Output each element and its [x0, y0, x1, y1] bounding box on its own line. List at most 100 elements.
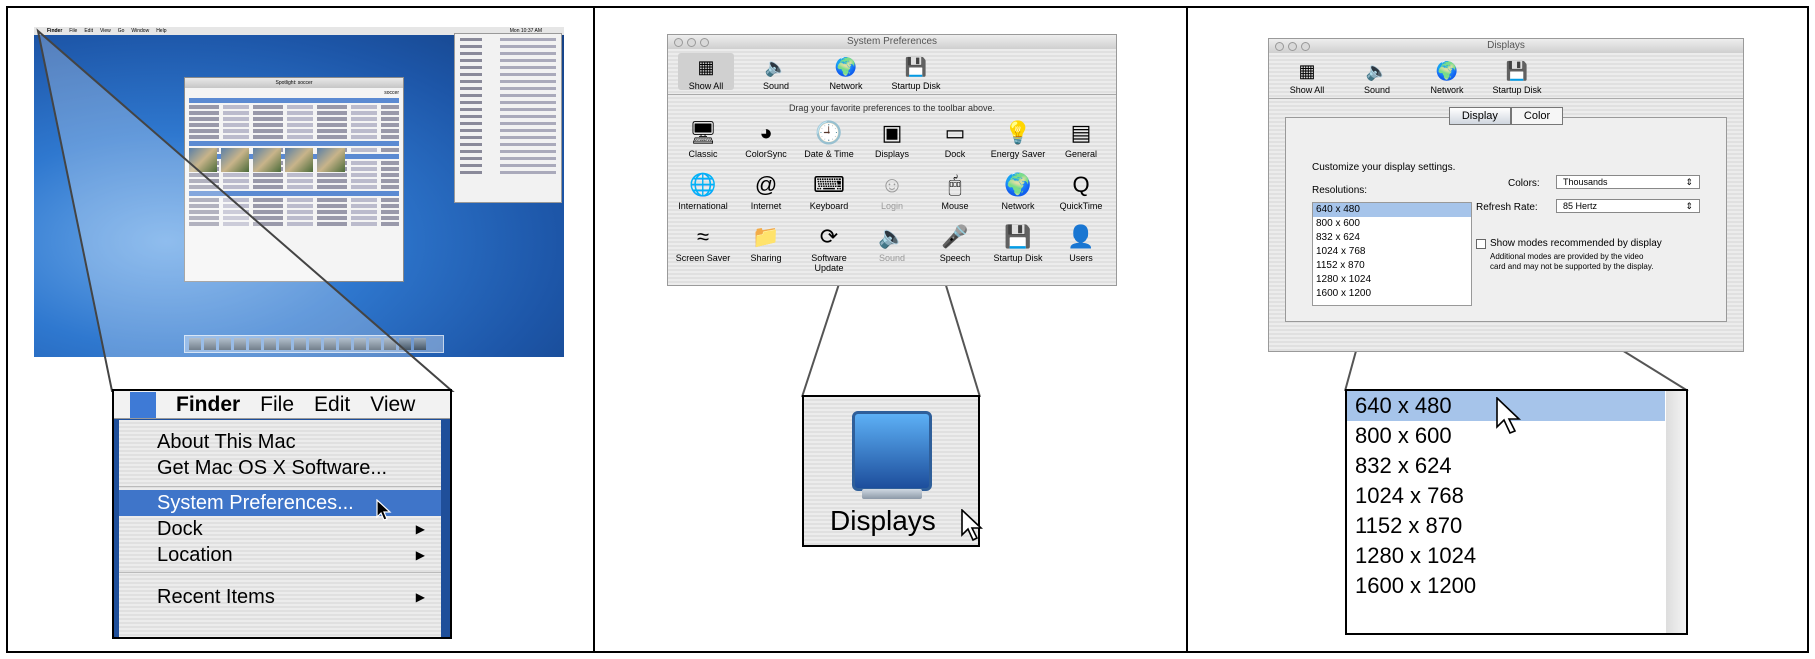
- pref-date-time[interactable]: 🕘 Date & Time: [798, 119, 860, 159]
- colors-label: Colors:: [1508, 178, 1540, 189]
- submenu-arrow-icon: ▶: [415, 548, 425, 562]
- mouse-pointer-icon: [1496, 397, 1521, 435]
- zoom-button[interactable]: [700, 38, 709, 47]
- menu-item-about[interactable]: About This Mac: [119, 429, 441, 455]
- resolutions-list-zoom[interactable]: 640 x 480 800 x 600 832 x 624 1024 x 768 115…: [1345, 389, 1688, 635]
- pref-dock[interactable]: ▭ Dock: [924, 119, 986, 159]
- refresh-select[interactable]: 85 Hertz ⇕: [1556, 199, 1700, 213]
- resolution-option-zoom[interactable]: 832 x 624: [1347, 451, 1665, 481]
- submenu-arrow-icon: ▶: [415, 590, 425, 604]
- login-icon: ☺: [880, 172, 904, 197]
- apple-icon: ▦: [697, 56, 715, 77]
- toolbar-network[interactable]: 🌍 Network: [1419, 57, 1475, 96]
- resolution-option[interactable]: 1280 x 1024: [1313, 273, 1471, 287]
- toolbar-hint: Drag your favorite preferences to the to…: [788, 103, 996, 113]
- resolution-option[interactable]: 1024 x 768: [1313, 245, 1471, 259]
- toolbar-show-all[interactable]: ▦ Show All: [1279, 57, 1335, 96]
- pref-startup-disk[interactable]: 💾 Startup Disk: [987, 223, 1049, 273]
- resolution-option[interactable]: 1152 x 870: [1313, 259, 1471, 273]
- refresh-value: 85 Hertz: [1563, 201, 1598, 211]
- pref-displays[interactable]: ▣ Displays: [861, 119, 923, 159]
- resolution-option[interactable]: 640 x 480: [1313, 203, 1471, 217]
- resolution-option-zoom[interactable]: 1280 x 1024: [1347, 541, 1665, 571]
- globe-icon: 🌍: [1435, 60, 1459, 81]
- tab-bar: Display Color: [1269, 107, 1743, 125]
- tab-color[interactable]: Color: [1510, 107, 1564, 125]
- pref-international[interactable]: 🌐 International: [672, 171, 734, 211]
- minimize-button[interactable]: [1288, 42, 1297, 51]
- pref-energy-saver[interactable]: 💡 Energy Saver: [987, 119, 1049, 159]
- pref-internet[interactable]: @ Internet: [735, 171, 797, 211]
- menu-item-label: Dock: [157, 518, 203, 540]
- pref-label: Energy Saver: [990, 149, 1046, 159]
- resolution-option[interactable]: 832 x 624: [1313, 231, 1471, 245]
- menu-item-label: System Preferences...: [157, 492, 354, 514]
- pref-label: Sound: [878, 253, 906, 263]
- pref-software-update[interactable]: ⟳ Software Update: [798, 223, 860, 273]
- close-button[interactable]: [674, 38, 683, 47]
- system-preferences-window: System Preferences ▦ Show All 🔈 Sound 🌍 Net…: [667, 34, 1117, 286]
- close-button[interactable]: [1275, 42, 1284, 51]
- resolution-option-zoom[interactable]: 1600 x 1200: [1347, 571, 1665, 601]
- resolution-option-zoom[interactable]: 1024 x 768: [1347, 481, 1665, 511]
- pref-users[interactable]: 👤 Users: [1050, 223, 1112, 273]
- pref-mouse[interactable]: 🖱 Mouse: [924, 171, 986, 211]
- pref-label: Software Update: [811, 253, 847, 273]
- displays-icon-zoom[interactable]: Displays: [802, 395, 984, 547]
- toolbar-label: Network: [829, 81, 863, 91]
- colors-select[interactable]: Thousands ⇕: [1556, 175, 1700, 189]
- select-arrows-icon: ⇕: [1685, 201, 1693, 211]
- pref-quicktime[interactable]: Q QuickTime: [1050, 171, 1112, 211]
- pref-screen-saver[interactable]: ≈ Screen Saver: [672, 223, 734, 273]
- pref-label: Startup Disk: [993, 253, 1043, 263]
- apple-logo-icon[interactable]: [130, 391, 156, 418]
- pref-general[interactable]: ▤ General: [1050, 119, 1112, 159]
- menu-item-get-software[interactable]: Get Mac OS X Software...: [119, 455, 441, 481]
- toolbar-startup-disk[interactable]: 💾 Startup Disk: [1489, 57, 1545, 96]
- pref-sharing[interactable]: 📁 Sharing: [735, 223, 797, 273]
- displays-window: Displays ▦ Show All 🔈 Sound 🌍 Network 💾 Star…: [1268, 38, 1744, 352]
- tab-display[interactable]: Display: [1448, 107, 1511, 125]
- pref-login[interactable]: ☺ Login: [861, 171, 923, 211]
- toolbar-sound[interactable]: 🔈 Sound: [1349, 57, 1405, 96]
- zoom-menu-edit[interactable]: Edit: [314, 393, 350, 417]
- resolutions-list[interactable]: 640 x 480 800 x 600 832 x 624 1024 x 768 115…: [1312, 202, 1472, 306]
- flag-icon: 🌐: [689, 172, 717, 197]
- zoom-menu-file[interactable]: File: [260, 393, 294, 417]
- pref-sound[interactable]: 🔈 Sound: [861, 223, 923, 273]
- update-icon: ⟳: [819, 224, 839, 249]
- submenu-arrow-icon: ▶: [415, 522, 425, 536]
- minimize-button[interactable]: [687, 38, 696, 47]
- pref-colorsync[interactable]: ◕ ColorSync: [735, 119, 797, 159]
- toolbar-label: Network: [1430, 85, 1464, 95]
- apple-menu-dropdown: About This Mac Get Mac OS X Software... …: [119, 420, 441, 637]
- resolution-option-zoom[interactable]: 1152 x 870: [1347, 511, 1665, 541]
- pref-keyboard[interactable]: ⌨ Keyboard: [798, 171, 860, 211]
- window-controls: [1275, 42, 1310, 51]
- pref-label: Login: [880, 201, 904, 211]
- globe-icon: 🌍: [1004, 172, 1032, 197]
- menu-item-recent-items[interactable]: Recent Items ▶: [119, 584, 441, 610]
- zoom-menu-finder[interactable]: Finder: [176, 393, 240, 417]
- toolbar-network[interactable]: 🌍 Network: [818, 53, 874, 92]
- list-scrollbar[interactable]: [1666, 391, 1686, 633]
- pref-network[interactable]: 🌍 Network: [987, 171, 1049, 211]
- zoom-menu-view[interactable]: View: [370, 393, 415, 417]
- toolbar-show-all[interactable]: ▦ Show All: [678, 53, 734, 91]
- pref-classic[interactable]: 🖥 Classic: [672, 119, 734, 159]
- resolution-option[interactable]: 800 x 600: [1313, 217, 1471, 231]
- toolbar-startup-disk[interactable]: 💾 Startup Disk: [888, 53, 944, 92]
- checkbox-label: Show modes recommended by display: [1490, 238, 1662, 249]
- menu-item-location[interactable]: Location ▶: [119, 542, 441, 568]
- pref-label: Classic: [688, 149, 718, 159]
- pref-speech[interactable]: 🎤 Speech: [924, 223, 986, 273]
- disk-icon: 💾: [1004, 224, 1032, 249]
- zoom-menubar: Finder File Edit View: [114, 391, 450, 419]
- resolution-option[interactable]: 1600 x 1200: [1313, 287, 1471, 301]
- prefs-toolbar: ▦ Show All 🔈 Sound 🌍 Network 💾 Startup Disk: [1269, 53, 1743, 99]
- microphone-icon: 🎤: [941, 224, 969, 249]
- toolbar-sound[interactable]: 🔈 Sound: [748, 53, 804, 92]
- checkbox-box[interactable]: [1476, 238, 1486, 249]
- recommended-modes-checkbox[interactable]: Show modes recommended by display: [1476, 238, 1662, 249]
- zoom-button[interactable]: [1301, 42, 1310, 51]
